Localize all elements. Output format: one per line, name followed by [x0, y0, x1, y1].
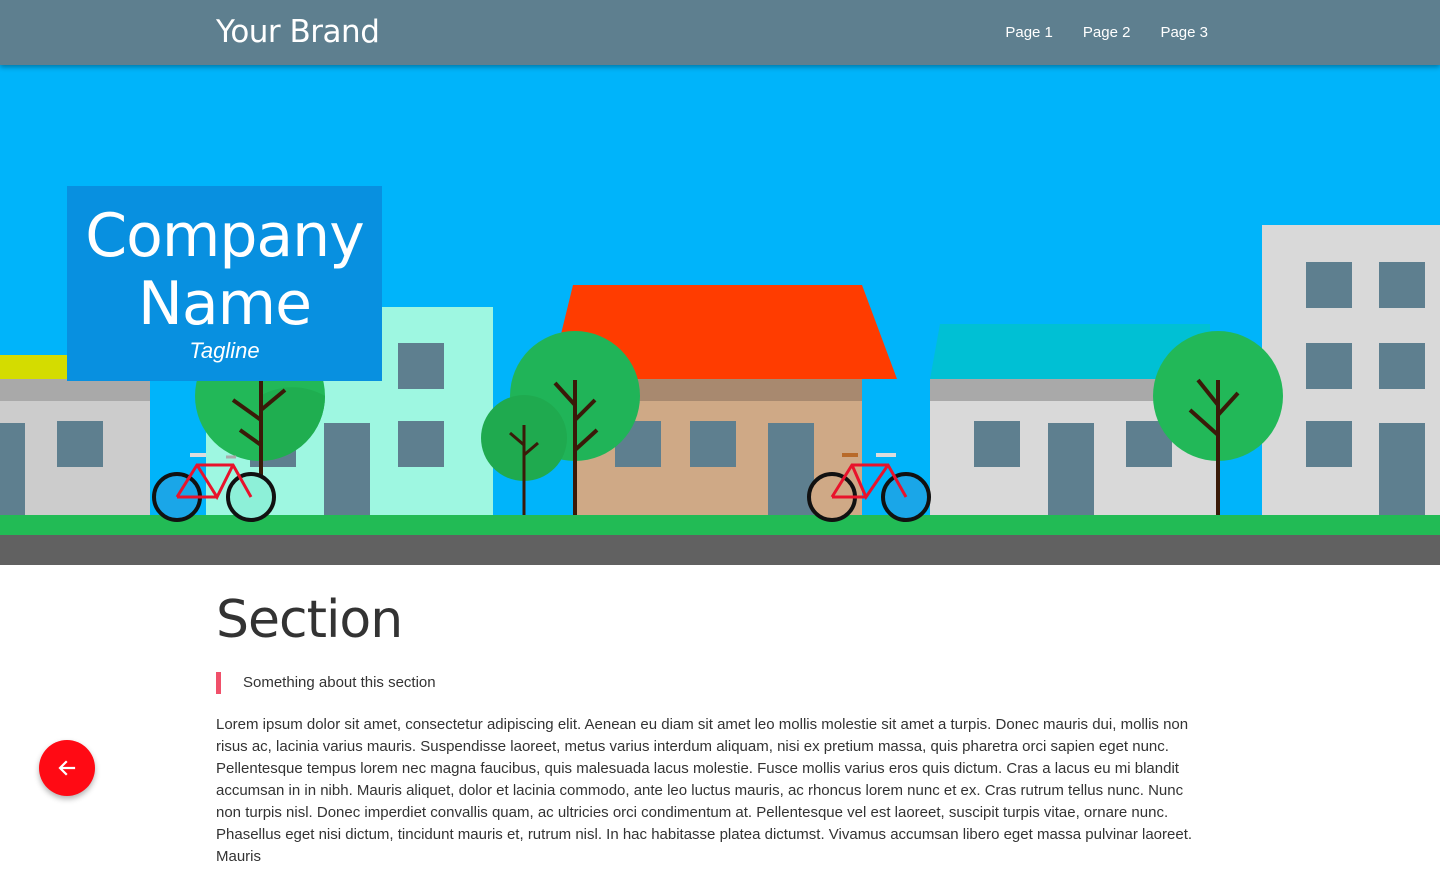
- section-blockquote: Something about this section: [216, 672, 1212, 694]
- nav-link-page-1[interactable]: Page 1: [1005, 24, 1053, 41]
- brand-link[interactable]: Your Brand: [216, 14, 380, 50]
- section-title: Section: [216, 590, 403, 650]
- main-nav: Page 1 Page 2 Page 3: [1005, 24, 1208, 41]
- section-body-text: Lorem ipsum dolor sit amet, consectetur …: [216, 716, 1193, 865]
- nav-link-page-2[interactable]: Page 2: [1083, 24, 1131, 41]
- top-app-bar: Your Brand Page 1 Page 2 Page 3: [0, 0, 1440, 65]
- nav-link-page-3[interactable]: Page 3: [1160, 24, 1208, 41]
- back-fab-button[interactable]: [39, 740, 95, 796]
- main-content: Section Something about this section Lor…: [216, 590, 1212, 883]
- arrow-left-icon: [58, 760, 76, 776]
- hero-title-box: Company Name Tagline: [67, 186, 382, 381]
- company-name: Company Name: [85, 201, 364, 339]
- tagline: Tagline: [189, 338, 260, 363]
